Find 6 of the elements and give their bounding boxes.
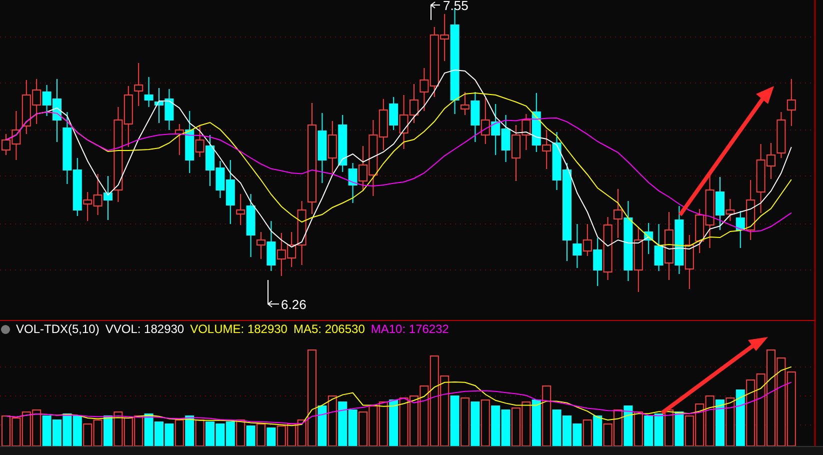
indicator-reading: MA5: 206530 — [293, 322, 365, 336]
settings-icon[interactable] — [1, 324, 10, 334]
indicator-reading: MA10: 176232 — [370, 322, 449, 336]
indicator-name: VOL-TDX(5,10) — [16, 322, 100, 336]
indicator-reading: VOLUME: 182930 — [190, 322, 288, 336]
indicator-reading: VVOL: 182930 — [105, 322, 184, 336]
